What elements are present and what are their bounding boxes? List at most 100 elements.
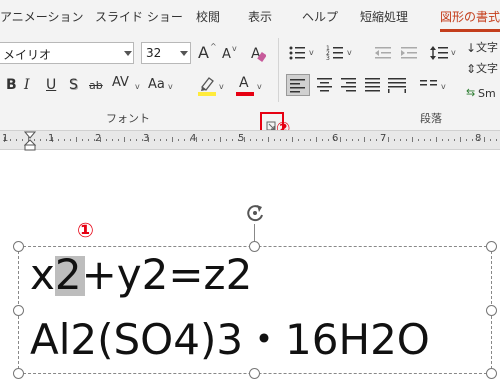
equation-line-1[interactable]: x2+y2=z2 <box>30 250 252 299</box>
chevron-down-icon[interactable] <box>124 51 132 56</box>
ruler-number: 3 <box>143 133 150 144</box>
tab-slideshow[interactable]: スライド ショー <box>95 8 183 25</box>
ruler-tick <box>202 139 203 141</box>
ruler-tick <box>298 139 299 141</box>
highlight-color-button[interactable] <box>198 74 216 96</box>
font-group-label: フォント <box>106 112 150 125</box>
tab-help[interactable]: ヘルプ <box>302 8 338 25</box>
ruler-tick <box>22 139 23 141</box>
chevron-down-icon[interactable]: v <box>451 48 456 57</box>
change-case-button[interactable]: Aa <box>148 76 165 94</box>
smartart-button[interactable]: ⇆ Sm <box>466 84 500 102</box>
ruler-tick <box>466 139 467 141</box>
chevron-down-icon[interactable]: v <box>219 82 224 91</box>
ruler-number: 7 <box>380 133 387 144</box>
ruler-tick <box>154 139 155 141</box>
resize-handle-bottom-right[interactable] <box>486 368 497 379</box>
ruler-tick <box>178 139 179 141</box>
ruler-number: 2 <box>95 133 102 144</box>
line-spacing-button[interactable] <box>430 44 448 62</box>
bullets-button[interactable] <box>288 44 306 62</box>
clear-formatting-button[interactable]: A <box>250 44 267 62</box>
ruler-tick <box>130 139 131 141</box>
numbering-button[interactable]: 1 2 3 <box>326 44 344 62</box>
ruler-tick <box>118 139 119 141</box>
tab-review[interactable]: 校閲 <box>196 8 220 25</box>
chevron-down-icon[interactable]: v <box>309 48 314 57</box>
columns-button[interactable] <box>418 74 440 96</box>
ruler-tick <box>388 137 389 142</box>
distributed-icon <box>388 78 406 93</box>
ruler-tick <box>256 139 257 141</box>
tab-shortcut[interactable]: 短縮処理 <box>360 8 408 25</box>
paragraph-group-label: 段落 <box>420 112 442 125</box>
ruler-number: 6 <box>332 133 339 144</box>
chevron-down-icon[interactable]: v <box>168 82 173 91</box>
ruler-tick <box>442 139 443 141</box>
decrease-indent-button[interactable] <box>374 44 392 62</box>
ruler-tick <box>10 139 11 141</box>
bullet-list-icon <box>289 46 305 60</box>
increase-indent-button[interactable] <box>400 44 418 62</box>
ruler-tick <box>16 139 17 141</box>
smartart-label: Sm <box>478 87 496 100</box>
resize-handle-right[interactable] <box>486 305 497 316</box>
indent-icon <box>401 47 417 59</box>
caret-up-icon: ^ <box>210 42 217 51</box>
align-left-button[interactable] <box>286 74 310 96</box>
increase-font-size-button[interactable]: A <box>198 44 209 62</box>
distributed-button[interactable] <box>386 74 408 96</box>
chevron-down-icon[interactable]: v <box>135 82 140 91</box>
decrease-font-size-button[interactable]: A <box>222 46 231 64</box>
ruler-tick <box>358 139 359 141</box>
ribbon-tabs: アニメーション スライド ショー 校閲 表示 ヘルプ 短縮処理 図形の書式 <box>0 0 500 32</box>
bold-button[interactable]: B <box>6 76 17 94</box>
line-spacing-icon <box>430 46 448 60</box>
character-spacing-button[interactable]: AV <box>112 74 129 92</box>
tab-animation[interactable]: アニメーション <box>0 8 84 25</box>
align-center-button[interactable] <box>314 74 336 96</box>
align-text-button[interactable]: ⇕ 文字 <box>466 60 500 78</box>
indent-marker-icon <box>23 131 37 151</box>
resize-handle-left[interactable] <box>13 305 24 316</box>
strikethrough-button[interactable]: ab <box>89 77 103 95</box>
resize-handle-top-right[interactable] <box>486 241 497 252</box>
ruler-tick <box>400 139 401 141</box>
caret-down-icon: v <box>232 44 237 53</box>
font-color-button[interactable]: A <box>236 74 254 96</box>
outdent-icon <box>375 47 391 59</box>
chevron-down-icon[interactable]: v <box>257 82 262 91</box>
ruler-tick <box>436 137 437 142</box>
annotation-marker-1: ① <box>77 218 94 242</box>
ruler-tick <box>82 139 83 141</box>
resize-handle-top-left[interactable] <box>13 241 24 252</box>
chevron-down-icon[interactable]: v <box>347 48 352 57</box>
resize-handle-bottom[interactable] <box>249 368 260 379</box>
rotate-handle[interactable] <box>244 202 266 224</box>
tab-view[interactable]: 表示 <box>248 8 272 25</box>
svg-text:3: 3 <box>326 55 330 62</box>
ruler-number: 1 <box>48 133 55 144</box>
tab-shape-format[interactable]: 図形の書式 <box>440 8 500 25</box>
align-right-button[interactable] <box>338 74 360 96</box>
text-direction-button[interactable]: ↓ 文字 <box>466 38 500 58</box>
italic-button[interactable]: I <box>24 76 30 94</box>
shadow-button[interactable]: S <box>69 76 78 94</box>
chevron-down-icon[interactable] <box>180 51 188 56</box>
ruler-number: 5 <box>238 133 245 144</box>
chemical-formula-line-2[interactable]: Al2(SO4)3・16H2O <box>30 306 430 367</box>
ruler-tick <box>376 139 377 141</box>
ruler-tick <box>58 139 59 141</box>
justify-button[interactable] <box>362 74 384 96</box>
ruler-number: 8 <box>475 133 482 144</box>
chevron-down-icon[interactable]: v <box>441 82 446 91</box>
ruler-tick <box>418 139 419 141</box>
underline-button[interactable]: U <box>46 76 56 94</box>
ruler-tick <box>40 139 41 141</box>
font-name-field[interactable]: メイリオ <box>0 42 134 64</box>
indent-marker[interactable] <box>23 131 37 151</box>
justify-icon <box>365 78 380 92</box>
ruler-tick <box>220 137 221 142</box>
highlight-color-swatch <box>198 92 216 96</box>
resize-handle-bottom-left[interactable] <box>13 368 24 379</box>
